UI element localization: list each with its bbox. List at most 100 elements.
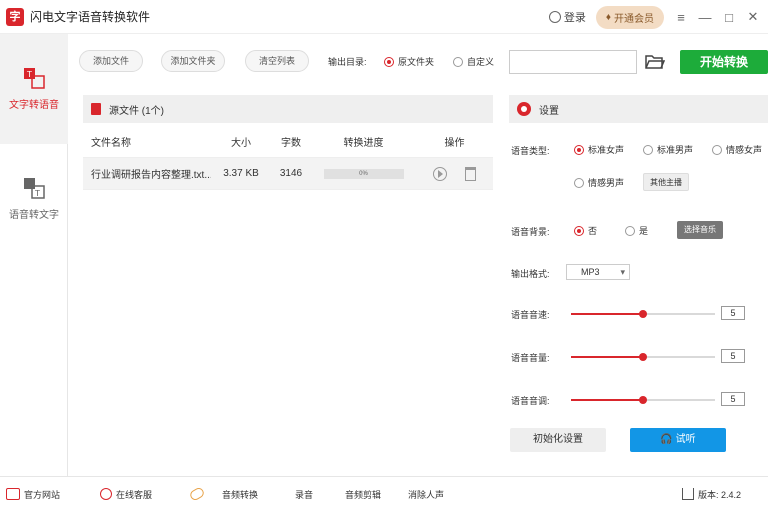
website-label: 官方网站 xyxy=(24,489,61,500)
progress-cell: 0% xyxy=(311,168,416,179)
gear-icon xyxy=(517,102,531,116)
slider-knob[interactable] xyxy=(639,353,647,361)
app-logo-icon: 字 xyxy=(6,7,24,26)
trash-icon[interactable] xyxy=(465,166,476,181)
speed-slider[interactable] xyxy=(571,310,715,318)
output-option-source[interactable]: 原文件夹 xyxy=(384,55,434,68)
table-row[interactable]: 行业调研报告内容整理.txt... 3.37 KB 3146 0% xyxy=(83,158,493,190)
link-label: 消除人声 xyxy=(408,489,445,500)
radio-label: 否 xyxy=(588,226,598,236)
minimize-icon[interactable]: — xyxy=(698,10,712,25)
folder-open-icon[interactable] xyxy=(645,54,666,70)
output-path-input[interactable] xyxy=(509,50,637,74)
add-file-button[interactable]: 添加文件 xyxy=(79,50,143,72)
col-size: 大小 xyxy=(231,138,251,149)
sidebar: T 文字转语音 T 语音转文字 xyxy=(0,34,68,476)
clear-list-button[interactable]: 清空列表 xyxy=(245,50,309,72)
output-option-custom[interactable]: 自定义 xyxy=(453,55,494,68)
radio-label: 标准女声 xyxy=(588,145,625,155)
radio-label: 情感女声 xyxy=(726,145,763,155)
sidebar-item-speech-to-text[interactable]: T 语音转文字 xyxy=(0,144,68,244)
output-dir-label: 输出目录: xyxy=(328,57,367,67)
col-actions: 操作 xyxy=(444,138,465,149)
support-label: 在线客服 xyxy=(116,489,153,500)
monitor-icon xyxy=(6,488,20,500)
vip-label: 开通会员 xyxy=(614,13,654,25)
file-table: 文件名称 大小 字数 转换进度 操作 行业调研报告内容整理.txt... 3.3… xyxy=(83,126,493,190)
file-size: 3.37 KB xyxy=(223,168,259,179)
radio-standard-male[interactable] xyxy=(643,144,653,155)
col-name: 文件名称 xyxy=(91,138,131,149)
background-label: 语音背景: xyxy=(511,227,550,237)
sidebar-item-text-to-speech[interactable]: T 文字转语音 xyxy=(0,34,68,144)
play-icon[interactable] xyxy=(433,166,447,181)
version-label: 版本: 2.4.2 xyxy=(698,489,742,500)
background-option-no[interactable]: 否 xyxy=(574,224,597,237)
progress-bar: 0% xyxy=(323,168,404,179)
pitch-value[interactable]: 5 xyxy=(721,392,745,406)
sidebar-item-label: 文字转语音 xyxy=(9,100,59,111)
volume-value[interactable]: 5 xyxy=(721,349,745,363)
listen-label: 试听 xyxy=(675,434,696,445)
file-name: 行业调研报告内容整理.txt... xyxy=(91,170,211,181)
record-link[interactable]: 录音 xyxy=(295,477,313,510)
radio-standard-female[interactable] xyxy=(574,144,584,155)
radio-background-no[interactable] xyxy=(574,225,584,236)
vip-button[interactable]: ♦ 开通会员 xyxy=(595,5,664,29)
audio-convert-link[interactable]: 音频转换 xyxy=(188,477,259,510)
download-icon xyxy=(682,488,694,500)
voice-option-emotional-female[interactable]: 情感女声 xyxy=(712,143,762,156)
login-label: 登录 xyxy=(563,12,586,24)
website-link[interactable]: 官方网站 xyxy=(6,477,60,510)
file-chars: 3146 xyxy=(279,168,303,179)
close-icon[interactable]: ✕ xyxy=(746,9,760,25)
pitch-label: 语音音调: xyxy=(511,396,550,406)
support-link[interactable]: 在线客服 xyxy=(100,477,152,510)
radio-source-folder[interactable] xyxy=(384,56,394,67)
radio-label: 自定义 xyxy=(467,57,495,67)
add-folder-button[interactable]: 添加文件夹 xyxy=(161,50,225,72)
speed-value[interactable]: 5 xyxy=(721,306,745,320)
link-label: 录音 xyxy=(295,489,314,500)
format-select[interactable]: MP3 xyxy=(566,264,630,280)
sidebar-item-label: 语音转文字 xyxy=(9,210,59,221)
start-convert-button[interactable]: 开始转换 xyxy=(680,50,768,74)
vocal-remove-link[interactable]: 消除人声 xyxy=(408,477,444,510)
slider-knob[interactable] xyxy=(639,396,647,404)
voice-option-standard-female[interactable]: 标准女声 xyxy=(574,143,624,156)
headphones-icon: 🎧 xyxy=(660,434,673,445)
slider-fill xyxy=(571,399,643,401)
voice-option-emotional-male[interactable]: 情感男声 xyxy=(574,176,624,189)
login-button[interactable]: 登录 xyxy=(548,9,586,25)
volume-slider[interactable] xyxy=(571,353,715,361)
actions-cell xyxy=(416,166,493,181)
slider-knob[interactable] xyxy=(639,310,647,318)
app-title: 闪电文字语音转换软件 xyxy=(30,10,151,24)
reset-settings-button[interactable]: 初始化设置 xyxy=(510,428,606,452)
file-list-header: 源文件 (1个) xyxy=(83,95,493,123)
radio-custom-folder[interactable] xyxy=(453,56,463,67)
background-option-yes[interactable]: 是 xyxy=(625,224,648,237)
title-bar: 字 闪电文字语音转换软件 登录 ♦ 开通会员 ≡ — □ ✕ xyxy=(0,0,768,34)
voice-type-label: 语音类型: xyxy=(511,146,550,156)
listen-button[interactable]: 🎧 试听 xyxy=(630,428,726,452)
maximize-icon[interactable]: □ xyxy=(722,10,736,25)
choose-music-button[interactable]: 选择音乐 xyxy=(677,221,723,239)
svg-text:T: T xyxy=(34,189,40,198)
audio-edit-link[interactable]: 音频剪辑 xyxy=(345,477,381,510)
other-voices-button[interactable]: 其他主播 xyxy=(643,173,689,191)
slider-fill xyxy=(571,313,643,315)
radio-emotional-female[interactable] xyxy=(712,144,722,155)
text-to-speech-icon: T xyxy=(22,66,46,90)
version-info[interactable]: 版本: 2.4.2 xyxy=(682,477,741,510)
menu-icon[interactable]: ≡ xyxy=(674,10,688,25)
radio-emotional-male[interactable] xyxy=(574,177,584,188)
radio-background-yes[interactable] xyxy=(625,225,635,236)
link-label: 音频剪辑 xyxy=(345,489,382,500)
pitch-slider[interactable] xyxy=(571,396,715,404)
svg-text:T: T xyxy=(26,70,32,79)
radio-label: 标准男声 xyxy=(657,145,694,155)
diamond-icon: ♦ xyxy=(605,11,611,23)
link-label: 音频转换 xyxy=(222,489,259,500)
voice-option-standard-male[interactable]: 标准男声 xyxy=(643,143,693,156)
